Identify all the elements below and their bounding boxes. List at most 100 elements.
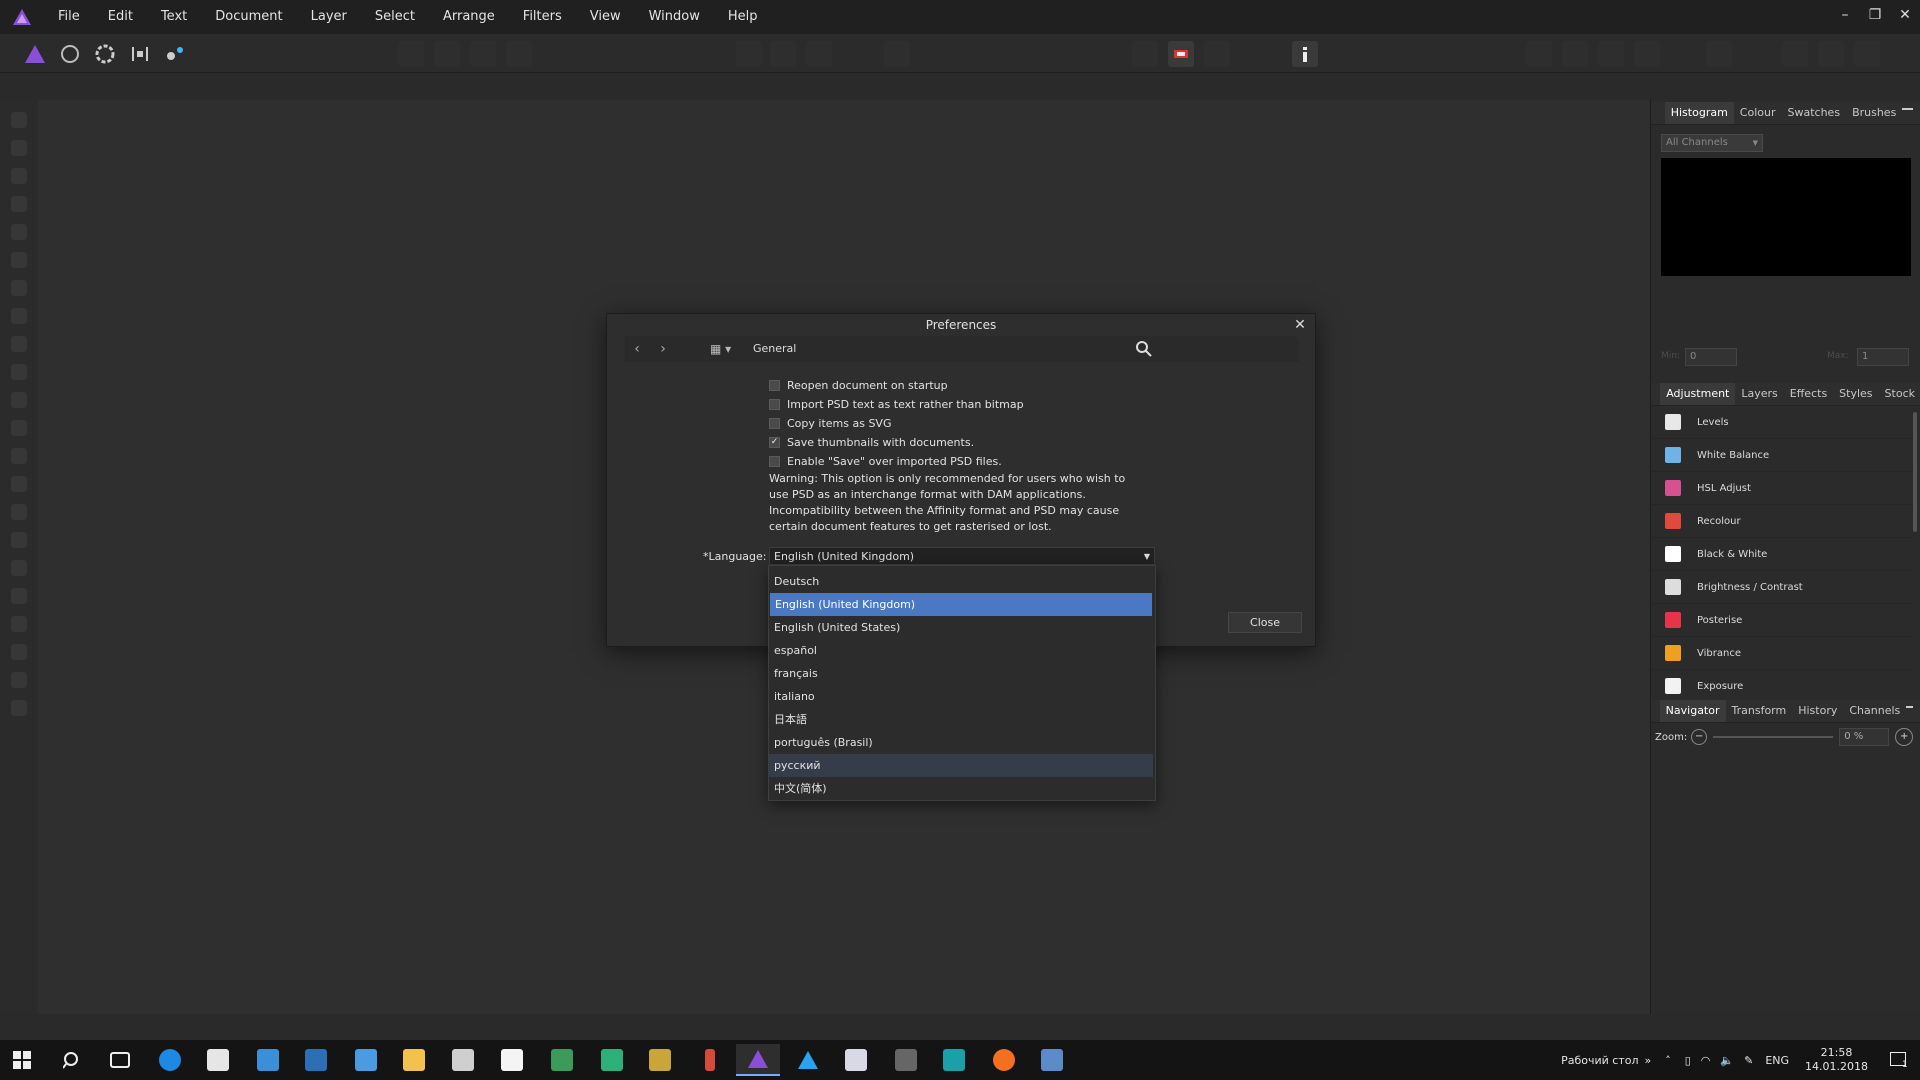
app-teal-icon[interactable]	[932, 1044, 976, 1076]
tool-22-icon[interactable]	[11, 700, 27, 716]
boolean-subtract-icon[interactable]	[1818, 41, 1844, 67]
zoom-out-icon[interactable]: −	[1691, 729, 1708, 745]
app-game-icon[interactable]	[884, 1044, 928, 1076]
export-persona-icon[interactable]	[162, 41, 188, 67]
usb-icon[interactable]: ▯	[1685, 1054, 1691, 1067]
menu-arrange[interactable]: Arrange	[429, 0, 509, 34]
tool-21-icon[interactable]	[11, 672, 27, 688]
selection-add-icon[interactable]	[736, 41, 762, 67]
dialog-close-icon[interactable]: ✕	[1291, 316, 1309, 334]
zoom-in-icon[interactable]: +	[1895, 728, 1914, 746]
adjustment-item[interactable]: Brightness / Contrast	[1651, 571, 1913, 604]
menu-text[interactable]: Text	[147, 0, 201, 34]
auto-levels-icon[interactable]	[398, 41, 424, 67]
menu-help[interactable]: Help	[714, 0, 772, 34]
app-mail-icon[interactable]	[294, 1044, 338, 1076]
notification-center-icon[interactable]: 1	[1884, 1040, 1914, 1080]
panel-menu-icon[interactable]	[1902, 108, 1913, 118]
tone-mapping-persona-icon[interactable]	[127, 41, 153, 67]
auto-colours-icon[interactable]	[470, 41, 496, 67]
app-3d-icon[interactable]	[441, 1044, 485, 1076]
panel-grip-icon[interactable]	[1651, 383, 1660, 405]
language-option[interactable]: français	[769, 662, 1153, 685]
language-option[interactable]: português (Brasil)	[769, 731, 1153, 754]
panel-grip-icon[interactable]	[1651, 700, 1660, 722]
menu-edit[interactable]: Edit	[94, 0, 147, 34]
adjustment-scrollbar[interactable]	[1913, 412, 1917, 532]
menu-select[interactable]: Select	[361, 0, 429, 34]
zoom-value-field[interactable]: 0 %	[1839, 728, 1890, 746]
app-green-icon[interactable]	[590, 1044, 634, 1076]
tool-7-icon[interactable]	[11, 280, 27, 296]
max-field[interactable]: 1	[1857, 348, 1909, 366]
tool-2-icon[interactable]	[11, 140, 27, 156]
start-button[interactable]	[0, 1044, 44, 1076]
min-field[interactable]: 0	[1685, 348, 1737, 366]
search-taskbar-icon[interactable]	[50, 1044, 94, 1076]
adjustment-item[interactable]: Levels	[1651, 406, 1913, 439]
option-row[interactable]: Import PSD text as text rather than bitm…	[769, 395, 1024, 413]
auto-white-balance-icon[interactable]	[506, 41, 532, 67]
snapping-icon[interactable]	[1132, 41, 1158, 67]
mask-mode-icon[interactable]	[1168, 41, 1194, 67]
tool-11-icon[interactable]	[11, 392, 27, 408]
adjustment-item[interactable]: Recolour	[1651, 505, 1913, 538]
studio-tab-navigator[interactable]: Navigator	[1659, 700, 1726, 722]
studio-tab-layers[interactable]: Layers	[1735, 383, 1783, 405]
tool-15-icon[interactable]	[11, 504, 27, 520]
file-explorer-icon[interactable]	[392, 1044, 436, 1076]
option-row[interactable]: ✓ Save thumbnails with documents.	[769, 433, 974, 451]
volume-icon[interactable]: 🔈	[1720, 1054, 1734, 1067]
tool-20-icon[interactable]	[11, 644, 27, 660]
studio-tab-history[interactable]: History	[1792, 700, 1843, 722]
zoom-slider[interactable]	[1713, 736, 1834, 738]
restore-button[interactable]: ❐	[1860, 0, 1890, 34]
panel-menu-icon[interactable]	[1906, 706, 1913, 716]
tool-18-icon[interactable]	[11, 588, 27, 604]
flip-icon[interactable]	[1706, 41, 1732, 67]
toolbar-expand-icon[interactable]: »	[1644, 1054, 1651, 1067]
panel-grip-icon[interactable]	[1651, 102, 1665, 124]
tool-16-icon[interactable]	[11, 532, 27, 548]
language-option[interactable]: русский	[769, 754, 1153, 777]
pen-icon[interactable]: ✎	[1744, 1054, 1753, 1067]
language-option[interactable]: 日本語	[769, 708, 1153, 731]
arrange-back-icon[interactable]	[1598, 41, 1624, 67]
edge-browser-icon[interactable]	[148, 1044, 192, 1076]
language-option[interactable]: Deutsch	[769, 570, 1153, 593]
photo-persona-icon[interactable]	[22, 41, 48, 67]
arrange-front-icon[interactable]	[1526, 41, 1552, 67]
tool-9-icon[interactable]	[11, 336, 27, 352]
checkbox[interactable]	[769, 398, 780, 410]
studio-tab-channels[interactable]: Channels	[1843, 700, 1906, 722]
menu-layer[interactable]: Layer	[297, 0, 361, 34]
adjustment-item[interactable]: Exposure	[1651, 670, 1913, 696]
language-select[interactable]: English (United Kingdom) ▼	[769, 547, 1155, 565]
clock[interactable]: 21:58 14.01.2018	[1805, 1046, 1868, 1074]
sections-grid-icon[interactable]: ▦ ▾	[710, 340, 740, 358]
forward-arrow-icon[interactable]: ›	[653, 340, 673, 358]
tool-10-icon[interactable]	[11, 364, 27, 380]
affinity-designer-taskbar-icon[interactable]	[786, 1044, 830, 1076]
language-option[interactable]: English (United Kingdom)	[770, 593, 1152, 616]
tool-12-icon[interactable]	[11, 420, 27, 436]
language-option[interactable]: italiano	[769, 685, 1153, 708]
menu-document[interactable]: Document	[201, 0, 296, 34]
quick-mask-icon[interactable]	[1204, 41, 1230, 67]
menu-view[interactable]: View	[576, 0, 635, 34]
develop-persona-icon[interactable]	[92, 41, 118, 67]
desktop-toolbar-label[interactable]: Рабочий стол	[1561, 1054, 1638, 1067]
affinity-photo-taskbar-icon[interactable]	[736, 1044, 780, 1076]
adjustment-item[interactable]: Vibrance	[1651, 637, 1913, 670]
app-doc-icon[interactable]	[834, 1044, 878, 1076]
option-row[interactable]: Reopen document on startup	[769, 376, 948, 394]
studio-tab-styles[interactable]: Styles	[1833, 383, 1878, 405]
studio-tab-adjustment[interactable]: Adjustment	[1660, 383, 1736, 405]
minimize-button[interactable]: –	[1830, 0, 1860, 34]
app-pencil-icon[interactable]	[688, 1044, 732, 1076]
preferences-search-input[interactable]	[1155, 339, 1299, 361]
app-settings-icon[interactable]	[246, 1044, 290, 1076]
app-azure-icon[interactable]	[344, 1044, 388, 1076]
auto-contrast-icon[interactable]	[434, 41, 460, 67]
histogram-tab-swatches[interactable]: Swatches	[1782, 102, 1847, 124]
